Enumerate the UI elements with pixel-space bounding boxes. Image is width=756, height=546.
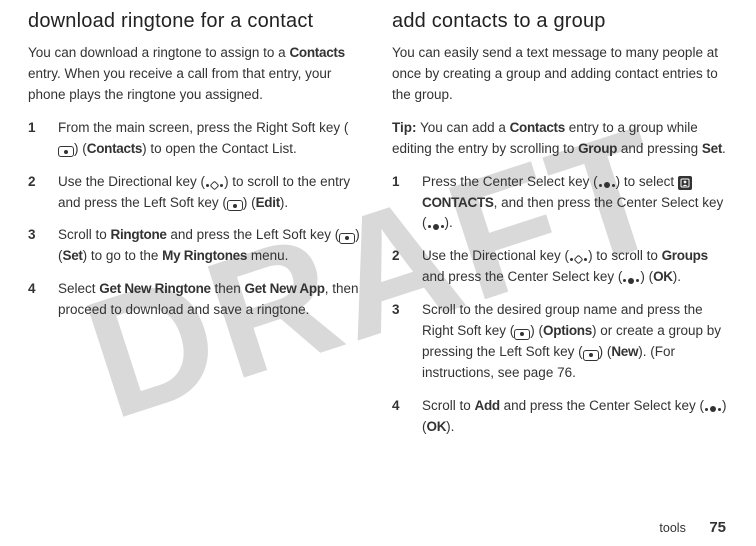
footer-page-number: 75	[709, 519, 726, 536]
soft-key-icon	[58, 146, 74, 157]
instruction-step: 1 From the main screen, press the Right S…	[28, 118, 364, 160]
right-intro: You can easily send a text message to ma…	[392, 43, 728, 106]
bold-term: CONTACTS	[422, 195, 494, 210]
step-number: 4	[28, 279, 42, 321]
step-number: 1	[392, 172, 406, 235]
bold-term: Set	[63, 248, 83, 263]
instruction-step: 1 Press the Center Select key () to selec…	[392, 172, 728, 235]
step-body: Scroll to the desired group name and pre…	[422, 300, 728, 384]
left-column: download ringtone for a contact You can …	[28, 10, 364, 450]
step-body: Select Get New Ringtone then Get New App…	[58, 279, 364, 321]
center-select-key-icon	[704, 406, 722, 412]
page-content: download ringtone for a contact You can …	[0, 0, 756, 450]
soft-key-icon	[514, 329, 530, 340]
instruction-step: 4 Scroll to Add and press the Center Sele…	[392, 396, 728, 438]
soft-key-icon	[227, 200, 243, 211]
step-number: 4	[392, 396, 406, 438]
step-number: 2	[392, 246, 406, 288]
directional-key-icon	[569, 256, 588, 263]
step-number: 3	[392, 300, 406, 384]
instruction-step: 3Scroll to the desired group name and pr…	[392, 300, 728, 384]
right-steps: 1 Press the Center Select key () to selec…	[392, 172, 728, 438]
bold-term: Ringtone	[111, 227, 167, 242]
instruction-step: 2 Use the Directional key () to scroll to…	[392, 246, 728, 288]
bold-term: New	[611, 344, 638, 359]
bold-term: Groups	[662, 248, 708, 263]
bold-term: Get New App	[245, 281, 325, 296]
left-steps: 1 From the main screen, press the Right S…	[28, 118, 364, 321]
instruction-step: 4 Select Get New Ringtone then Get New Ap…	[28, 279, 364, 321]
bold-term: Set	[702, 141, 722, 156]
step-body: Use the Directional key () to scroll to …	[422, 246, 728, 288]
bold-term: Contacts	[87, 141, 142, 156]
instruction-step: 2 Use the Directional key () to scroll to…	[28, 172, 364, 214]
contacts-app-icon	[678, 176, 692, 190]
page-footer: tools 75	[659, 519, 726, 536]
left-intro: You can download a ringtone to assign to…	[28, 43, 364, 106]
bold-term: Add	[475, 398, 500, 413]
step-body: Press the Center Select key () to select…	[422, 172, 728, 235]
center-select-key-icon	[622, 278, 640, 284]
left-heading: download ringtone for a contact	[28, 10, 364, 33]
bold-term: Group	[578, 141, 617, 156]
bold-term: Contacts	[289, 45, 344, 60]
bold-term: Options	[543, 323, 592, 338]
bold-term: My Ringtones	[162, 248, 247, 263]
bold-term: OK	[427, 419, 447, 434]
directional-key-icon	[205, 182, 224, 189]
center-select-key-icon	[598, 182, 616, 188]
step-body: Use the Directional key () to scroll to …	[58, 172, 364, 214]
step-body: From the main screen, press the Right So…	[58, 118, 364, 160]
right-tip: Tip: You can add a Contacts entry to a g…	[392, 118, 728, 160]
bold-term: Tip:	[392, 120, 417, 135]
instruction-step: 3 Scroll to Ringtone and press the Left S…	[28, 225, 364, 267]
bold-term: Get New Ringtone	[99, 281, 210, 296]
step-number: 1	[28, 118, 42, 160]
step-number: 3	[28, 225, 42, 267]
right-column: add contacts to a group You can easily s…	[392, 10, 728, 450]
right-heading: add contacts to a group	[392, 10, 728, 33]
bold-term: OK	[653, 269, 673, 284]
center-select-key-icon	[427, 224, 445, 230]
soft-key-icon	[583, 350, 599, 361]
soft-key-icon	[339, 233, 355, 244]
step-body: Scroll to Ringtone and press the Left So…	[58, 225, 364, 267]
bold-term: Edit	[256, 195, 280, 210]
footer-section: tools	[659, 521, 685, 535]
step-body: Scroll to Add and press the Center Selec…	[422, 396, 728, 438]
step-number: 2	[28, 172, 42, 214]
bold-term: Contacts	[510, 120, 565, 135]
